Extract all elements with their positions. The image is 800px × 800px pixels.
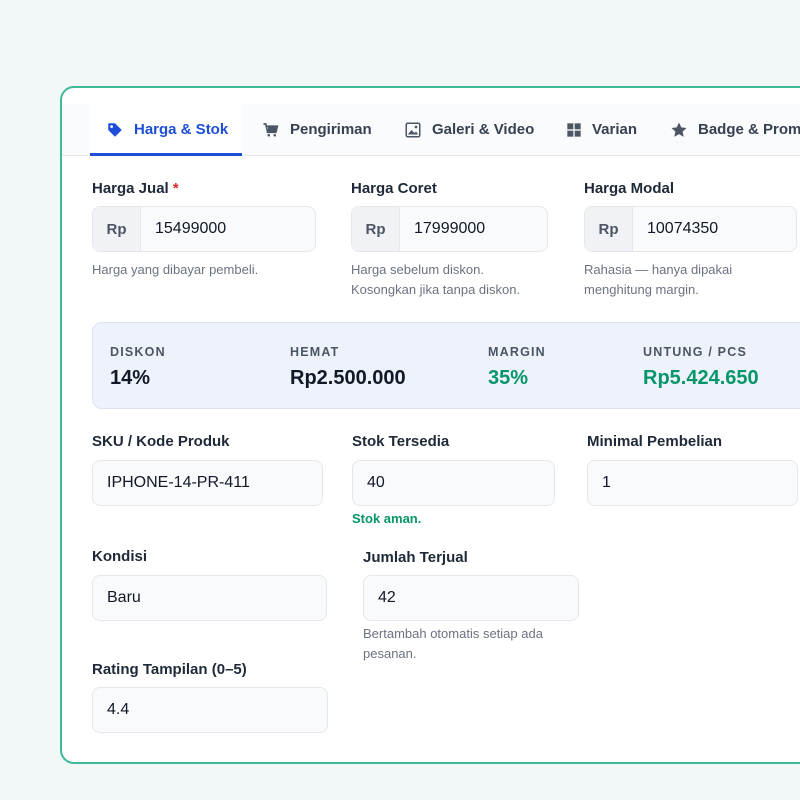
harga-coret-field[interactable]: Rp 17999000 <box>351 206 548 252</box>
stat-value: 14% <box>110 367 151 389</box>
product-form-card: Harga & Stok Pengiriman Galeri & Video V… <box>60 86 800 764</box>
help-line: Rahasia — hanya dipakai <box>584 262 733 277</box>
harga-jual-field[interactable]: Rp 15499000 <box>92 206 316 252</box>
currency-prefix: Rp <box>585 207 633 251</box>
stok-value: 40 <box>367 474 385 491</box>
stat-label: HEMAT <box>290 345 340 359</box>
stok-label: Stok Tersedia <box>352 433 450 450</box>
harga-coret-value: 17999000 <box>414 220 486 237</box>
sku-input[interactable]: IPHONE-14-PR-411 <box>92 460 323 506</box>
tab-label: Pengiriman <box>290 121 372 138</box>
stat-label: MARGIN <box>488 345 546 359</box>
tab-label: Badge & Promo <box>698 121 800 138</box>
harga-coret-help: Harga sebelum diskon. Kosongkan jika tan… <box>351 260 520 300</box>
harga-jual-label: Harga Jual * <box>92 180 179 197</box>
harga-coret-label: Harga Coret <box>351 180 437 197</box>
tab-badge-promo[interactable]: Badge & Promo <box>670 104 800 155</box>
stat-value: Rp2.500.000 <box>290 367 406 389</box>
cart-icon <box>263 122 279 137</box>
min-beli-input[interactable]: 1 <box>587 460 798 506</box>
stat-hemat: HEMAT Rp2.500.000 <box>290 345 406 390</box>
harga-jual-value: 15499000 <box>155 220 227 237</box>
image-icon <box>405 122 421 137</box>
currency-prefix: Rp <box>93 207 141 251</box>
help-line: pesanan. <box>363 646 417 661</box>
min-beli-value: 1 <box>602 474 611 491</box>
rating-input[interactable]: 4.4 <box>92 687 328 733</box>
harga-modal-field[interactable]: Rp 10074350 <box>584 206 797 252</box>
price-summary-panel: DISKON 14% HEMAT Rp2.500.000 MARGIN 35% … <box>92 322 800 409</box>
star-icon <box>671 122 687 137</box>
stat-diskon: DISKON 14% <box>110 345 166 390</box>
stok-input[interactable]: 40 <box>352 460 555 506</box>
harga-modal-label: Harga Modal <box>584 180 675 197</box>
tab-label: Varian <box>592 121 638 138</box>
stok-status: Stok aman. <box>352 511 422 526</box>
stat-untung: UNTUNG / PCS Rp5.424.650 <box>643 345 759 390</box>
grid-icon <box>567 122 581 137</box>
tag-icon <box>108 122 122 137</box>
terjual-value: 42 <box>378 589 396 606</box>
sku-label: SKU / Kode Produk <box>92 433 230 450</box>
stat-value: Rp5.424.650 <box>643 367 759 389</box>
harga-modal-value: 10074350 <box>647 220 719 237</box>
sku-value: IPHONE-14-PR-411 <box>107 474 250 491</box>
harga-jual-label-text: Harga Jual <box>92 180 169 197</box>
tab-harga-stok[interactable]: Harga & Stok <box>90 104 242 156</box>
rating-label: Rating Tampilan (0–5) <box>92 661 247 678</box>
terjual-input[interactable]: 42 <box>363 575 579 621</box>
kondisi-value: Baru <box>107 589 141 606</box>
harga-modal-help: Rahasia — hanya dipakai menghitung margi… <box>584 260 732 300</box>
required-mark: * <box>172 180 179 197</box>
rating-value: 4.4 <box>107 701 130 718</box>
tab-label: Galeri & Video <box>432 121 535 138</box>
terjual-help: Bertambah otomatis setiap ada pesanan. <box>363 624 543 664</box>
tab-pengiriman[interactable]: Pengiriman <box>262 104 372 155</box>
kondisi-select[interactable]: Baru <box>92 575 327 621</box>
help-line: Bertambah otomatis setiap ada <box>363 626 543 641</box>
tab-galeri-video[interactable]: Galeri & Video <box>404 104 534 155</box>
help-line: Harga sebelum diskon. <box>351 262 484 277</box>
stat-margin: MARGIN 35% <box>488 345 546 390</box>
harga-jual-help: Harga yang dibayar pembeli. <box>92 262 259 277</box>
stat-value: 35% <box>488 367 529 389</box>
stat-label: DISKON <box>110 345 166 359</box>
currency-prefix: Rp <box>352 207 400 251</box>
tab-label: Harga & Stok <box>134 121 229 138</box>
stat-label: UNTUNG / PCS <box>643 345 747 359</box>
tab-bar: Harga & Stok Pengiriman Galeri & Video V… <box>62 104 800 156</box>
min-beli-label: Minimal Pembelian <box>587 433 723 450</box>
tab-varian[interactable]: Varian <box>566 104 637 155</box>
help-line: menghitung margin. <box>584 282 699 297</box>
help-line: Kosongkan jika tanpa diskon. <box>351 282 521 297</box>
kondisi-label: Kondisi <box>92 548 147 565</box>
terjual-label: Jumlah Terjual <box>363 549 468 566</box>
